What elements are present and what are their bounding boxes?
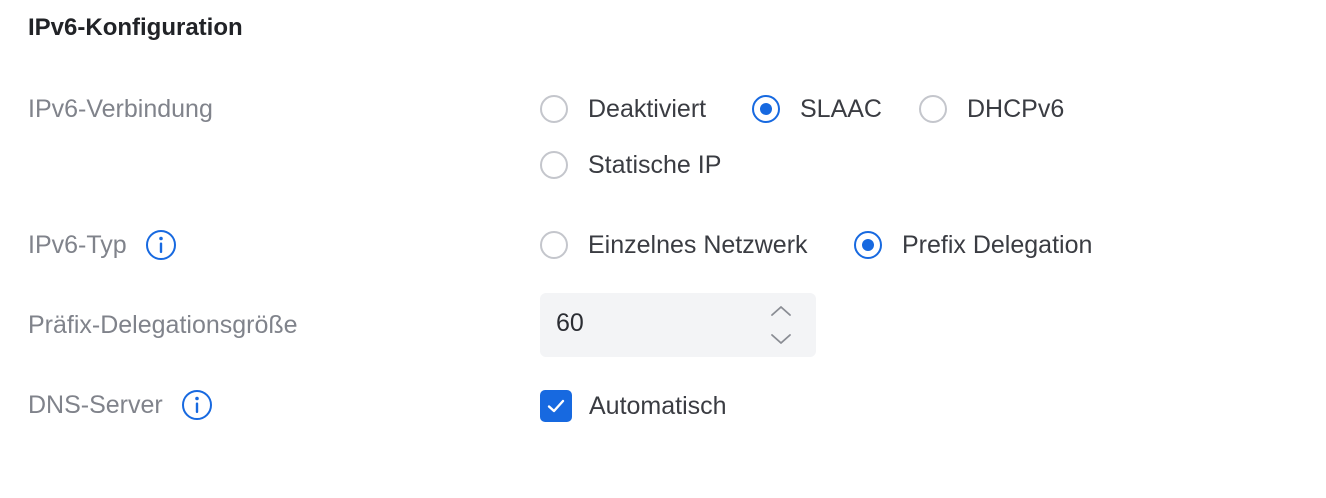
ipv6-connection-label: IPv6-Verbindung (28, 91, 213, 127)
dns-automatic-option[interactable]: Automatisch (540, 388, 727, 424)
prefix-size-stepper[interactable]: 60 (540, 293, 816, 357)
radio-button[interactable] (540, 151, 568, 179)
ipv6-type-label: IPv6-Typ (28, 227, 177, 263)
radio-option-prefix-delegation[interactable]: Prefix Delegation (854, 227, 1092, 263)
checkbox-label: Automatisch (589, 391, 727, 420)
radio-option-deaktiviert[interactable]: Deaktiviert (540, 91, 706, 127)
dns-server-label: DNS-Server (28, 387, 213, 423)
radio-button-checked[interactable] (854, 231, 882, 259)
radio-label: Einzelnes Netzwerk (588, 230, 808, 259)
radio-button[interactable] (540, 95, 568, 123)
prefix-size-value[interactable]: 60 (556, 309, 584, 338)
ipv6-type-label-text: IPv6-Typ (28, 230, 127, 259)
chevron-down-icon[interactable] (768, 329, 794, 349)
section-title: IPv6-Konfiguration (28, 14, 243, 41)
radio-option-dhcpv6[interactable]: DHCPv6 (919, 91, 1064, 127)
ipv6-connection-label-text: IPv6-Verbindung (28, 94, 213, 123)
radio-label: DHCPv6 (967, 94, 1065, 123)
radio-option-statische-ip[interactable]: Statische IP (540, 147, 721, 183)
radio-button[interactable] (919, 95, 947, 123)
prefix-size-label-text: Präfix-Delegationsgröße (28, 310, 298, 339)
radio-option-einzelnes-netzwerk[interactable]: Einzelnes Netzwerk (540, 227, 808, 263)
radio-option-slaac[interactable]: SLAAC (752, 91, 882, 127)
checkmark-icon (547, 399, 565, 413)
dns-server-label-text: DNS-Server (28, 390, 163, 419)
radio-button-checked[interactable] (752, 95, 780, 123)
prefix-size-label: Präfix-Delegationsgröße (28, 307, 298, 343)
radio-label: Deaktiviert (588, 94, 707, 123)
chevron-up-icon[interactable] (768, 301, 794, 321)
radio-button[interactable] (540, 231, 568, 259)
radio-label: Statische IP (588, 150, 722, 179)
radio-label: SLAAC (800, 94, 882, 123)
info-icon[interactable] (145, 229, 177, 261)
checkbox-checked[interactable] (540, 390, 572, 422)
radio-label: Prefix Delegation (902, 230, 1093, 259)
info-icon[interactable] (181, 389, 213, 421)
